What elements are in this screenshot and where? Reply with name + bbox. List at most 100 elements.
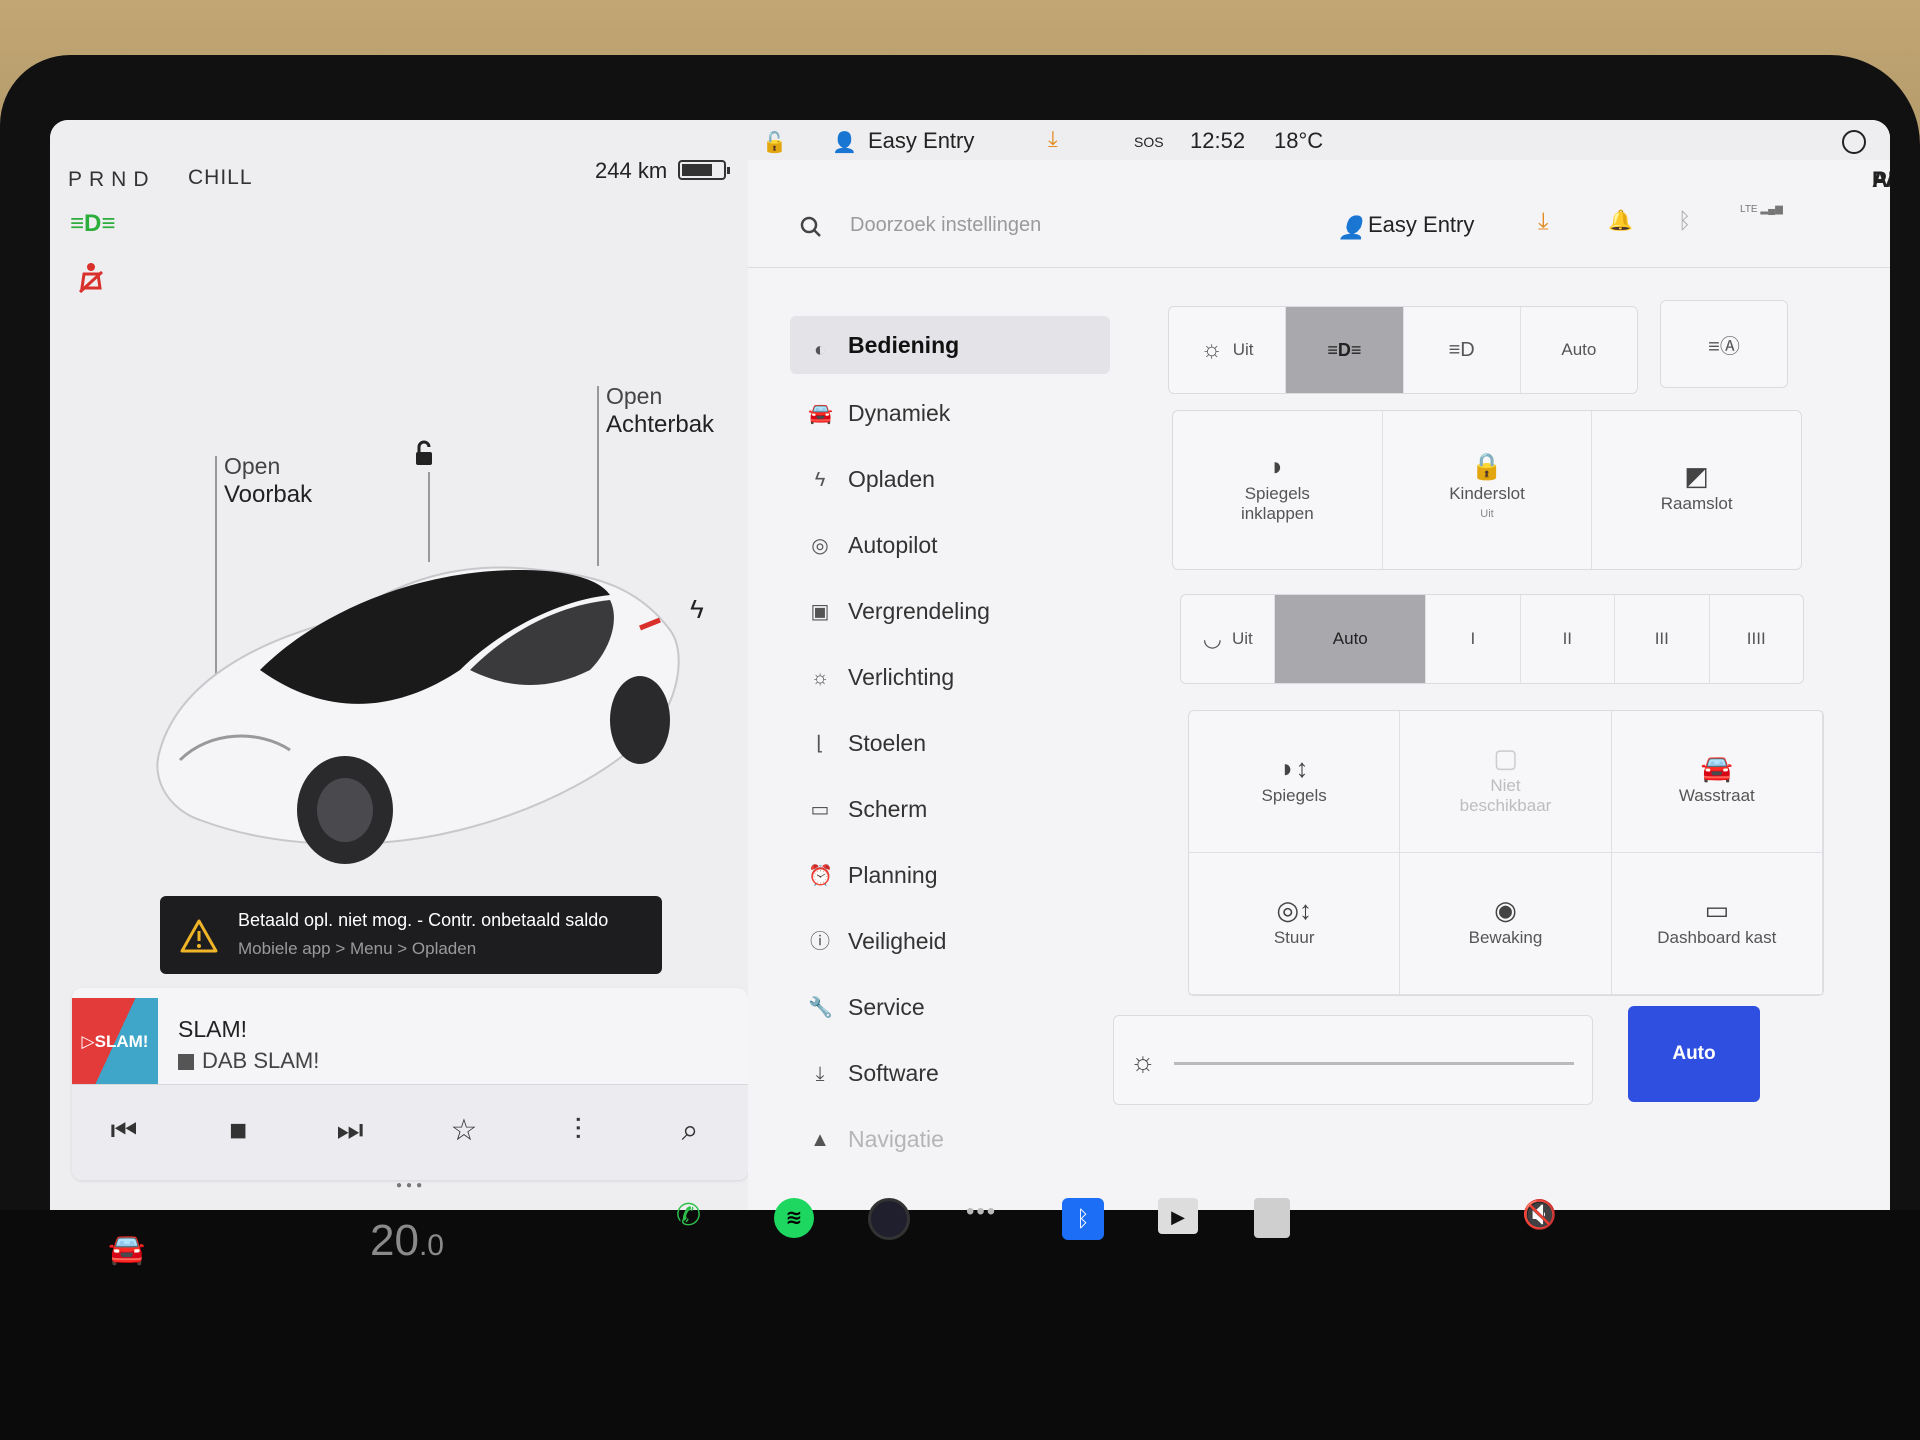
menu-item-vergrendeling[interactable]: ▣ Vergrendeling: [790, 578, 1110, 644]
settings-profile[interactable]: 👤 Easy Entry: [1338, 212, 1474, 240]
low-beam-icon: ≡D: [1448, 338, 1475, 361]
menu-item-scherm[interactable]: ▭ Scherm: [790, 776, 1110, 842]
camera-icon[interactable]: [868, 1198, 910, 1240]
lights-off-option[interactable]: ☼ Uit: [1169, 307, 1287, 393]
bluetooth-icon[interactable]: ᛒ: [1678, 208, 1691, 234]
download-icon[interactable]: ⤓: [1538, 208, 1549, 236]
car-wash-tile[interactable]: 🚘 Wasstraat: [1611, 711, 1823, 853]
window-lock-tile[interactable]: ◩ Raamslot: [1592, 411, 1801, 569]
steering-adjust-tile[interactable]: ◎↕ Stuur: [1189, 853, 1401, 995]
sos-label[interactable]: SOS: [1134, 134, 1164, 150]
seatbelt-warning-icon: [78, 263, 104, 294]
wiper-speed-2-label: II: [1562, 629, 1573, 648]
lte-signal: LTE ▂▄▆: [1740, 204, 1783, 215]
topbar-download-icon[interactable]: ⤓: [1048, 126, 1058, 152]
wiper-off-label: Uit: [1231, 629, 1253, 648]
unlock-icon[interactable]: [410, 440, 438, 468]
child-lock-tile[interactable]: 🔒 Kinderslot Uit: [1383, 411, 1593, 569]
menu-item-dynamiek[interactable]: 🚘 Dynamiek: [790, 380, 1110, 446]
passenger-airbag-status: PASSENGERAIRBAG: [1842, 130, 1890, 191]
wiper-off-option[interactable]: ◡ Uit: [1181, 595, 1276, 683]
rear-trunk-button[interactable]: Open Achterbak: [606, 382, 714, 439]
menu-label: Service: [848, 993, 925, 1020]
brightness-track[interactable]: [1174, 1062, 1574, 1065]
headlight-icon: ≡D≡: [70, 210, 116, 237]
topbar-profile[interactable]: Easy Entry: [868, 128, 974, 154]
menu-item-opladen[interactable]: ϟ Opladen: [790, 446, 1110, 512]
menu-item-veiligheid[interactable]: ⓘ Veiligheid: [790, 908, 1110, 974]
unavailable-tile: ▢ Niet beschikbaar: [1400, 711, 1612, 853]
sun-icon: ☼: [810, 667, 830, 689]
lte-label: LTE: [1740, 204, 1758, 215]
previous-icon[interactable]: ⏮: [102, 1109, 146, 1153]
charging-alert[interactable]: Betaald opl. niet mog. - Contr. onbetaal…: [160, 896, 662, 974]
menu-item-autopilot[interactable]: ◎ Autopilot: [790, 512, 1110, 578]
alert-path: Mobiele app > Menu > Opladen: [238, 939, 477, 958]
menu-item-navigatie[interactable]: ▲ Navigatie: [790, 1106, 1110, 1172]
menu-item-bediening[interactable]: ◐ Bediening: [790, 316, 1110, 374]
wiper-auto-option[interactable]: Auto: [1275, 595, 1427, 683]
menu-item-verlichting[interactable]: ☼ Verlichting: [790, 644, 1110, 710]
temp-decimal: .0: [418, 1229, 444, 1262]
menu-label: Planning: [848, 861, 938, 888]
sun-icon: ☼: [1200, 336, 1223, 363]
wiper-speed-1[interactable]: I: [1426, 595, 1521, 683]
next-icon[interactable]: ⏭: [328, 1109, 372, 1153]
album-art[interactable]: ▷SLAM!: [72, 998, 158, 1086]
more-apps-icon[interactable]: •••: [966, 1198, 997, 1226]
wiper-speed-4[interactable]: IIII: [1710, 595, 1803, 683]
station-source: DAB SLAM!: [178, 1048, 319, 1074]
glovebox-tile[interactable]: ▭ Dashboard kast: [1611, 853, 1823, 995]
status-bar: 🔓 👤 Easy Entry ⤓ SOS 12:52 18°C PASSENGE…: [748, 120, 1890, 191]
station-name: SLAM!: [178, 1016, 248, 1042]
front-trunk-button[interactable]: Open Voorbak: [224, 452, 312, 509]
wiper-speed-2[interactable]: II: [1521, 595, 1616, 683]
charge-port-icon[interactable]: ϟ: [690, 594, 704, 625]
alarm-icon: ⏰: [808, 865, 833, 887]
bluetooth-app-icon[interactable]: ᛒ: [1062, 1198, 1104, 1240]
mirrors-adjust-tile[interactable]: ◗↕ Spiegels: [1189, 711, 1401, 853]
car-menu-icon[interactable]: 🚘: [108, 1232, 145, 1267]
lights-auto-label: Auto: [1561, 340, 1597, 359]
bell-icon[interactable]: 🔔: [1608, 208, 1633, 233]
media-search-icon[interactable]: ⌕: [668, 1109, 712, 1153]
menu-label: Opladen: [848, 465, 935, 492]
brightness-slider[interactable]: ☼: [1113, 1015, 1593, 1105]
wiper-speed-4-label: IIII: [1746, 629, 1766, 648]
range-readout: 244 km: [595, 158, 668, 183]
menu-item-service[interactable]: 🔧 Service: [790, 974, 1110, 1040]
equalizer-icon[interactable]: ⫶: [556, 1109, 600, 1153]
menu-item-planning[interactable]: ⏰ Planning: [790, 842, 1110, 908]
battery-icon: [678, 160, 730, 180]
stop-icon[interactable]: ■: [216, 1109, 260, 1153]
brightness-auto-button[interactable]: Auto: [1628, 1006, 1760, 1102]
fold-mirrors-tile[interactable]: ◗ Spiegels inklappen: [1173, 411, 1383, 569]
auto-high-beam-option[interactable]: ≡Ⓐ: [1661, 301, 1787, 387]
wiper-speed-3[interactable]: III: [1615, 595, 1710, 683]
airbag-icon: [1842, 130, 1866, 154]
menu-label: Vergrendeling: [848, 597, 990, 624]
mirror-adjust-icon: ◗↕: [1279, 752, 1309, 783]
climate-temperature[interactable]: 20.0: [370, 1216, 444, 1266]
phone-icon[interactable]: ✆: [676, 1198, 701, 1233]
lights-parking-option[interactable]: ≡D≡: [1286, 307, 1404, 393]
auto-high-beam-icon: ≡Ⓐ: [1708, 335, 1740, 358]
menu-label: Verlichting: [848, 663, 955, 690]
sentry-label: Bewaking: [1468, 927, 1543, 947]
favorite-star-icon[interactable]: ☆: [442, 1109, 486, 1153]
volume-mute-icon[interactable]: 🔇: [1522, 1198, 1557, 1231]
lights-on-option[interactable]: ≡D: [1404, 307, 1521, 393]
settings-panel: 🔓 👤 Easy Entry ⤓ SOS 12:52 18°C PASSENGE…: [748, 120, 1890, 1210]
lights-auto-option[interactable]: Auto: [1521, 307, 1637, 393]
theater-icon[interactable]: ▶: [1158, 1198, 1198, 1234]
search-input[interactable]: Doorzoek instellingen: [850, 214, 1041, 237]
spotify-icon[interactable]: ≋: [774, 1198, 814, 1238]
toybox-icon[interactable]: [1254, 1198, 1290, 1238]
station-source-label: DAB SLAM!: [202, 1048, 320, 1073]
menu-item-stoelen[interactable]: ⌊ Stoelen: [790, 710, 1110, 776]
unavailable-icon: ▢: [1493, 742, 1518, 773]
display-icon: ▭: [810, 799, 830, 821]
lock-status-icon[interactable]: 🔓: [762, 130, 787, 155]
sentry-tile[interactable]: ◉ Bewaking: [1400, 853, 1612, 995]
menu-item-software[interactable]: ⤓ Software: [790, 1040, 1110, 1106]
